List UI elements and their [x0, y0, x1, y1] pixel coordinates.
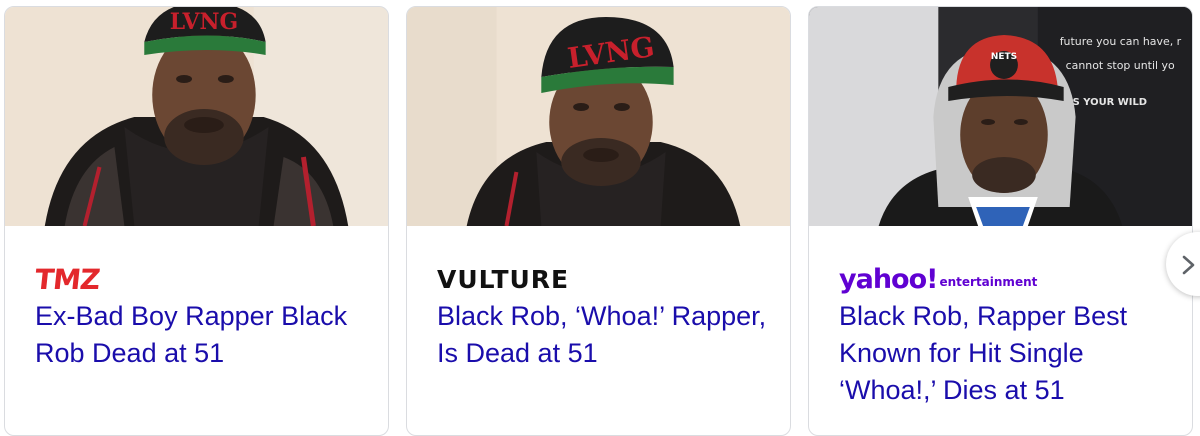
source-logo-tmz: TMZ — [33, 259, 101, 299]
article-headline[interactable]: Ex-Bad Boy Rapper Black Rob Dead at 51 — [35, 298, 366, 372]
news-card-vulture[interactable]: LVNG VULTURE Black Rob, ‘Whoa!’ Rapper, … — [406, 6, 791, 436]
backdrop-text-2: cannot stop until yo — [1066, 59, 1175, 72]
article-headline[interactable]: Black Rob, ‘Whoa!’ Rapper, Is Dead at 51 — [437, 298, 768, 372]
source-name: VULTURE — [437, 264, 570, 294]
article-thumbnail[interactable]: LVNG — [407, 7, 790, 226]
source-name: yahoo! — [839, 263, 938, 295]
article-thumbnail[interactable]: LVNG — [5, 7, 388, 226]
news-card-yahoo-entertainment[interactable]: future you can have, r cannot stop until… — [808, 6, 1193, 436]
source-logo-yahoo-entertainment: yahoo! entertainment — [839, 259, 1037, 299]
chevron-right-icon — [1182, 255, 1195, 275]
source-logo-vulture: VULTURE — [437, 259, 569, 299]
article-thumbnail[interactable]: future you can have, r cannot stop until… — [809, 7, 1192, 226]
source-name: TMZ — [33, 262, 101, 296]
source-subname: entertainment — [939, 275, 1038, 289]
black-rob-photo: future you can have, r cannot stop until… — [809, 7, 1192, 226]
black-rob-photo: LVNG — [407, 7, 790, 226]
black-rob-photo: LVNG — [5, 7, 388, 226]
news-card-tmz[interactable]: LVNG TMZ Ex-Bad Boy Rapper Black Rob Dea… — [4, 6, 389, 436]
cap-logo-text: NETS — [991, 52, 1017, 62]
backdrop-text-3: 'S YOUR WILD — [1070, 97, 1147, 108]
article-headline[interactable]: Black Rob, Rapper Best Known for Hit Sin… — [839, 298, 1152, 409]
backdrop-text-1: future you can have, r — [1060, 35, 1182, 48]
cap-logo-text: LVNG — [170, 9, 238, 35]
